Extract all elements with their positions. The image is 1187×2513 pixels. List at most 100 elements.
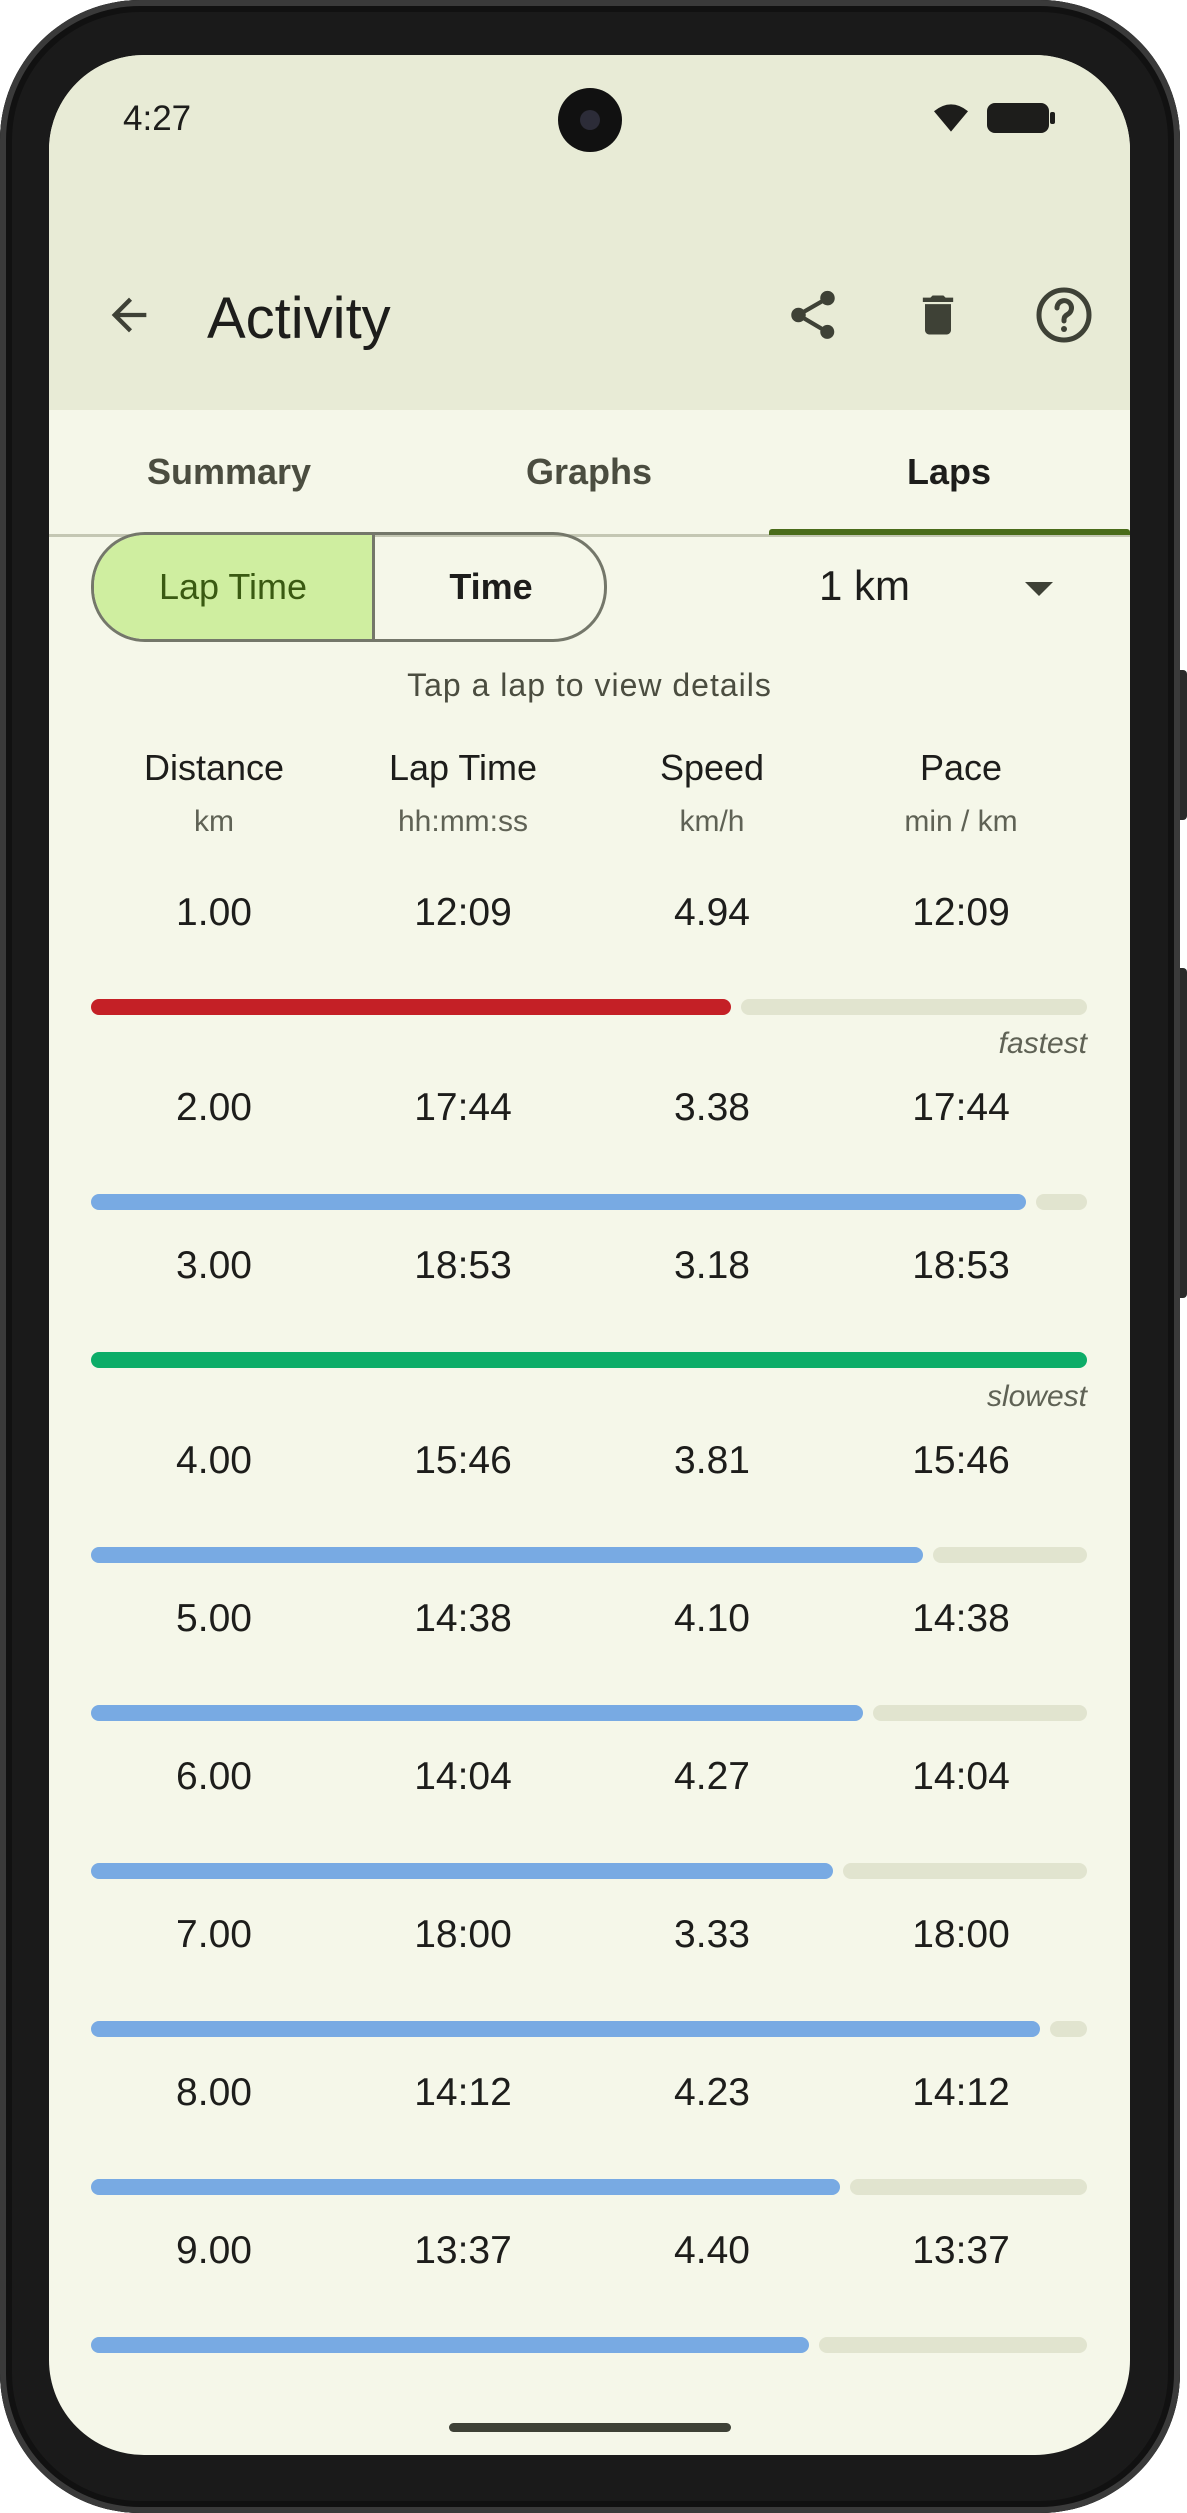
lap-lap-time: 14:38 xyxy=(414,1597,512,1640)
lap-bar-track xyxy=(91,1194,1087,1210)
unit-distance: km xyxy=(194,805,234,838)
tab-graphs[interactable]: Graphs xyxy=(409,410,769,534)
lap-bar-remainder xyxy=(1036,1194,1087,1210)
lap-bar-remainder xyxy=(873,1705,1087,1721)
lap-lap-time: 18:00 xyxy=(414,1913,512,1956)
arrow-back-icon xyxy=(111,297,147,333)
lap-speed: 4.94 xyxy=(674,891,750,934)
lap-bar-track xyxy=(91,1705,1087,1721)
lap-mode-toggle: Lap Time Time xyxy=(91,532,607,642)
lap-row[interactable]: 5.00 14:38 4.10 14:38 xyxy=(49,1597,1130,1747)
lap-row[interactable]: 7.00 18:00 3.33 18:00 xyxy=(49,1913,1130,2063)
lap-pace: 18:00 xyxy=(912,1913,1010,1956)
lap-row[interactable]: 9.00 13:37 4.40 13:37 xyxy=(49,2229,1130,2379)
lap-distance: 5.00 xyxy=(176,1597,252,1640)
lap-lap-time: 17:44 xyxy=(414,1086,512,1129)
lap-bar-track xyxy=(91,2179,1087,2195)
lap-row[interactable]: 4.00 15:46 3.81 15:46 xyxy=(49,1439,1130,1589)
lap-distance-dropdown[interactable]: 1 km xyxy=(769,550,1089,630)
dropdown-arrow-icon xyxy=(1025,582,1053,596)
tab-indicator xyxy=(769,529,1130,535)
lap-pace: 12:09 xyxy=(912,891,1010,934)
header-distance: Distance xyxy=(143,747,285,788)
lap-speed: 4.23 xyxy=(674,2071,750,2114)
lap-distance: 7.00 xyxy=(176,1913,252,1956)
header-speed: Speed xyxy=(659,747,765,788)
lap-lap-time: 12:09 xyxy=(414,891,512,934)
lap-speed: 3.33 xyxy=(674,1913,750,1956)
lap-bar xyxy=(91,999,731,1015)
lap-time-toggle[interactable]: Lap Time xyxy=(94,535,375,639)
lap-bar xyxy=(91,2179,840,2195)
lap-speed: 3.38 xyxy=(674,1086,750,1129)
lap-speed: 3.18 xyxy=(674,1244,750,1287)
time-toggle[interactable]: Time xyxy=(375,535,604,639)
lap-bar xyxy=(91,1194,1026,1210)
lap-bar xyxy=(91,1352,1087,1368)
lap-lap-time: 18:53 xyxy=(414,1244,512,1287)
unit-lap-time: hh:mm:ss xyxy=(397,805,529,838)
wifi-icon xyxy=(934,104,968,132)
lap-bar-track xyxy=(91,1547,1087,1563)
lap-bar xyxy=(91,1863,833,1879)
lap-bar-track xyxy=(91,1352,1087,1368)
lap-row[interactable]: 3.00 18:53 3.18 18:53 slowest xyxy=(49,1244,1130,1413)
lap-row[interactable]: 6.00 14:04 4.27 14:04 xyxy=(49,1755,1130,1905)
lap-row[interactable]: 2.00 17:44 3.38 17:44 xyxy=(49,1086,1130,1236)
home-indicator[interactable] xyxy=(449,2423,731,2432)
lap-pace: 14:04 xyxy=(912,1755,1010,1798)
phone-device: 4:27 Activity Summary Graphs Laps Lap Ti… xyxy=(0,0,1187,2513)
lap-bar-remainder xyxy=(741,999,1087,1015)
lap-distance: 3.00 xyxy=(176,1244,252,1287)
lap-bar-remainder xyxy=(1050,2021,1087,2037)
delete-button[interactable] xyxy=(898,275,978,355)
back-button[interactable] xyxy=(89,275,169,355)
lap-distance: 6.00 xyxy=(176,1755,252,1798)
lap-bar xyxy=(91,1705,863,1721)
lap-distance: 8.00 xyxy=(176,2071,252,2114)
lap-pace: 14:12 xyxy=(912,2071,1010,2114)
lap-distance: 1.00 xyxy=(176,891,252,934)
delete-icon xyxy=(922,295,954,335)
status-icons xyxy=(930,101,1056,135)
lap-row[interactable]: 8.00 14:12 4.23 14:12 xyxy=(49,2071,1130,2221)
lap-bar-track xyxy=(91,999,1087,1015)
lap-speed: 4.40 xyxy=(674,2229,750,2272)
battery-icon xyxy=(987,103,1055,133)
share-icon xyxy=(791,290,835,339)
lap-speed: 3.81 xyxy=(674,1439,750,1482)
share-button[interactable] xyxy=(773,275,853,355)
lap-pace: 18:53 xyxy=(912,1244,1010,1287)
lap-distance: 2.00 xyxy=(176,1086,252,1129)
lap-speed: 4.27 xyxy=(674,1755,750,1798)
screen: 4:27 Activity Summary Graphs Laps Lap Ti… xyxy=(49,55,1130,2455)
lap-bar xyxy=(91,1547,923,1563)
unit-speed: km/h xyxy=(679,805,745,838)
lap-distance-value: 1 km xyxy=(819,562,911,609)
status-bar: 4:27 xyxy=(49,55,1130,245)
lap-lap-time: 13:37 xyxy=(414,2229,512,2272)
app-bar: Activity xyxy=(49,225,1130,410)
lap-row[interactable]: 1.00 12:09 4.94 12:09 fastest xyxy=(49,891,1130,1060)
front-camera xyxy=(558,88,622,152)
lap-pace: 13:37 xyxy=(912,2229,1010,2272)
lap-bar-remainder xyxy=(933,1547,1087,1563)
tab-laps[interactable]: Laps xyxy=(769,410,1129,534)
help-icon xyxy=(1036,287,1092,343)
lap-bar-remainder xyxy=(819,2337,1087,2353)
status-time: 4:27 xyxy=(123,99,192,138)
page-title: Activity xyxy=(207,286,391,351)
hint-text: Tap a lap to view details xyxy=(407,667,772,703)
lap-tag: slowest xyxy=(986,1380,1087,1413)
lap-lap-time: 14:12 xyxy=(414,2071,512,2114)
lap-bar-track xyxy=(91,1863,1087,1879)
tab-summary[interactable]: Summary xyxy=(49,410,409,534)
unit-pace: min / km xyxy=(904,805,1018,838)
lap-bar-remainder xyxy=(843,1863,1087,1879)
header-pace: Pace xyxy=(919,747,1003,788)
lap-bar-track xyxy=(91,2337,1087,2353)
header-lap-time: Lap Time xyxy=(388,747,538,788)
lap-distance: 9.00 xyxy=(176,2229,252,2272)
help-button[interactable] xyxy=(1024,275,1104,355)
lap-speed: 4.10 xyxy=(674,1597,750,1640)
